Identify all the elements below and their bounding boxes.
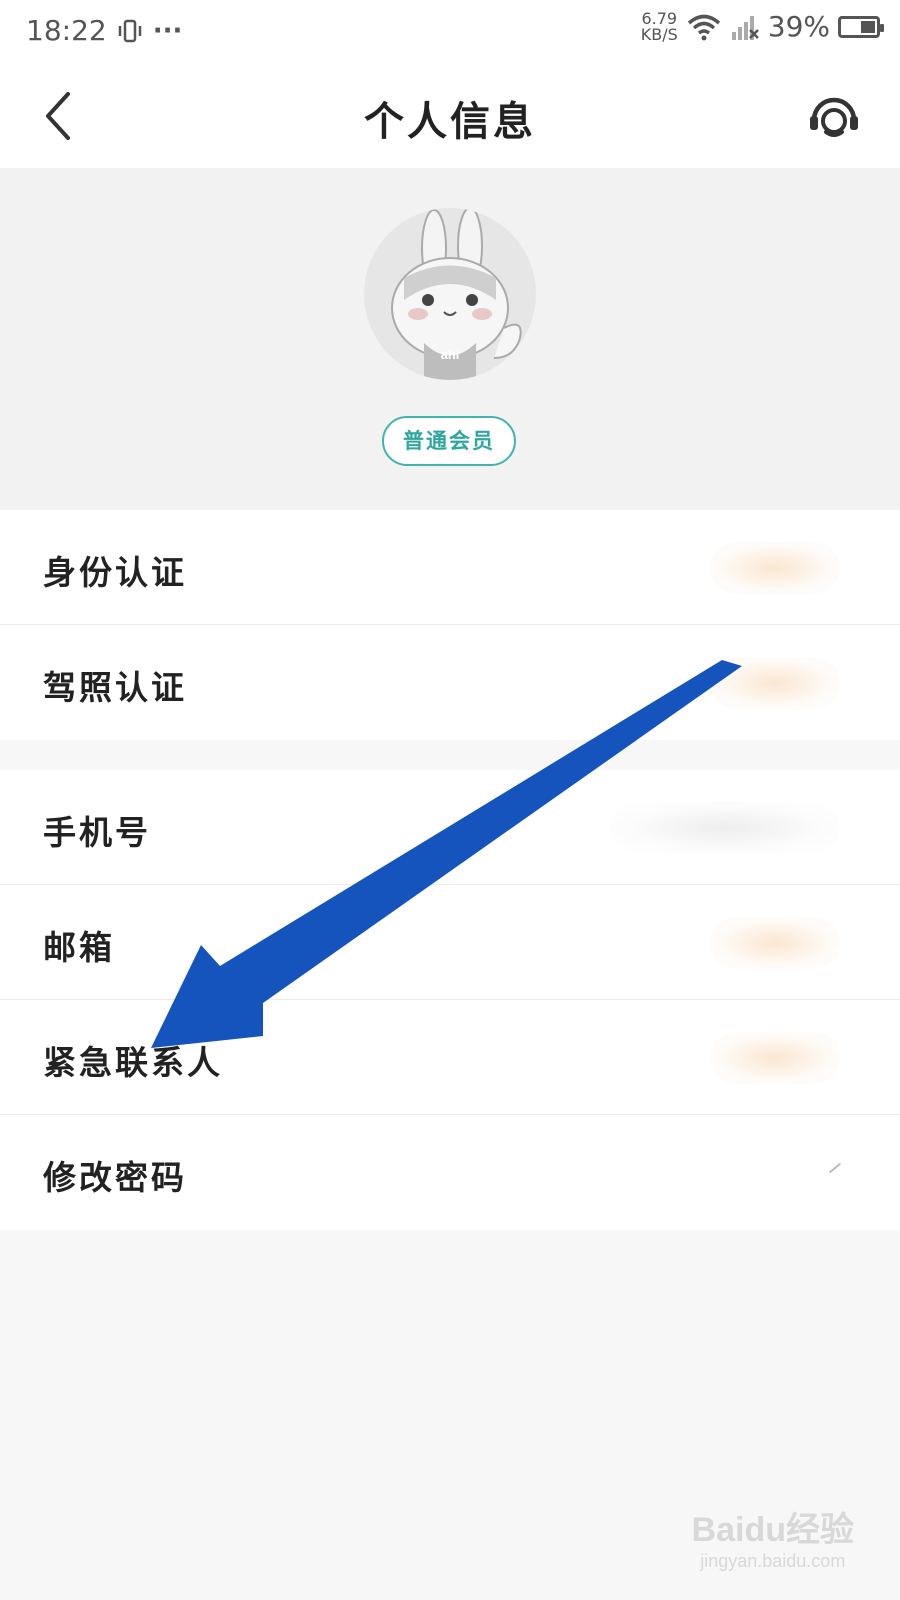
list-item-phone[interactable]: 手机号 — [0, 770, 900, 885]
more-notifications-icon: ··· — [152, 15, 183, 46]
verification-group: 身份认证 驾照认证 — [0, 510, 900, 740]
battery-percent: 39% — [767, 10, 830, 43]
row-label: 驾照认证 — [43, 668, 187, 707]
list-item-email[interactable]: 邮箱 — [0, 885, 900, 1000]
wifi-icon — [687, 14, 720, 40]
row-label: 身份认证 — [43, 553, 187, 592]
cellular-signal-icon — [731, 15, 759, 40]
profile-header: ahi 普通会员 — [0, 168, 900, 510]
status-bar: 18:22 ··· 6.79 KB/S 39% — [0, 0, 900, 62]
vibrate-icon — [118, 19, 141, 42]
network-speed: 6.79 KB/S — [640, 10, 678, 44]
speed-unit: KB/S — [640, 24, 678, 44]
nav-bar: 个人信息 — [0, 62, 900, 168]
list-item-id-verification[interactable]: 身份认证 — [0, 510, 900, 625]
member-level-badge[interactable]: 普通会员 — [382, 416, 516, 466]
list-item-change-password[interactable]: 修改密码 — [0, 1115, 900, 1230]
row-value-blurred — [710, 657, 840, 709]
row-value-blurred — [610, 802, 840, 854]
avatar-text: ahi — [441, 347, 460, 362]
row-value-blurred — [710, 1032, 840, 1084]
status-time: 18:22 — [26, 14, 107, 47]
watermark-logo: Baidu经验 — [691, 1511, 854, 1549]
watermark: Baidu经验 jingyan.baidu.com — [692, 1502, 854, 1572]
page-title: 个人信息 — [364, 98, 536, 145]
row-label: 手机号 — [43, 813, 151, 852]
battery-icon — [838, 15, 884, 38]
row-value-blurred — [710, 917, 840, 969]
account-group: 手机号 邮箱 紧急联系人 修改密码 — [0, 770, 900, 1230]
bunny-avatar-icon: ahi — [391, 208, 522, 380]
row-value-blurred — [710, 542, 840, 594]
status-left: 18:22 ··· — [26, 14, 182, 47]
watermark-url: jingyan.baidu.com — [700, 1551, 846, 1571]
row-label: 修改密码 — [43, 1158, 187, 1197]
chevron-right-icon — [828, 1162, 842, 1174]
row-label: 邮箱 — [43, 928, 115, 967]
customer-service-headset-icon[interactable] — [806, 88, 862, 144]
avatar[interactable]: ahi — [364, 208, 536, 380]
status-right: 6.79 KB/S 39% — [640, 10, 884, 44]
list-item-emergency-contact[interactable]: 紧急联系人 — [0, 1000, 900, 1115]
row-label: 紧急联系人 — [43, 1043, 223, 1082]
list-item-license-verification[interactable]: 驾照认证 — [0, 625, 900, 740]
